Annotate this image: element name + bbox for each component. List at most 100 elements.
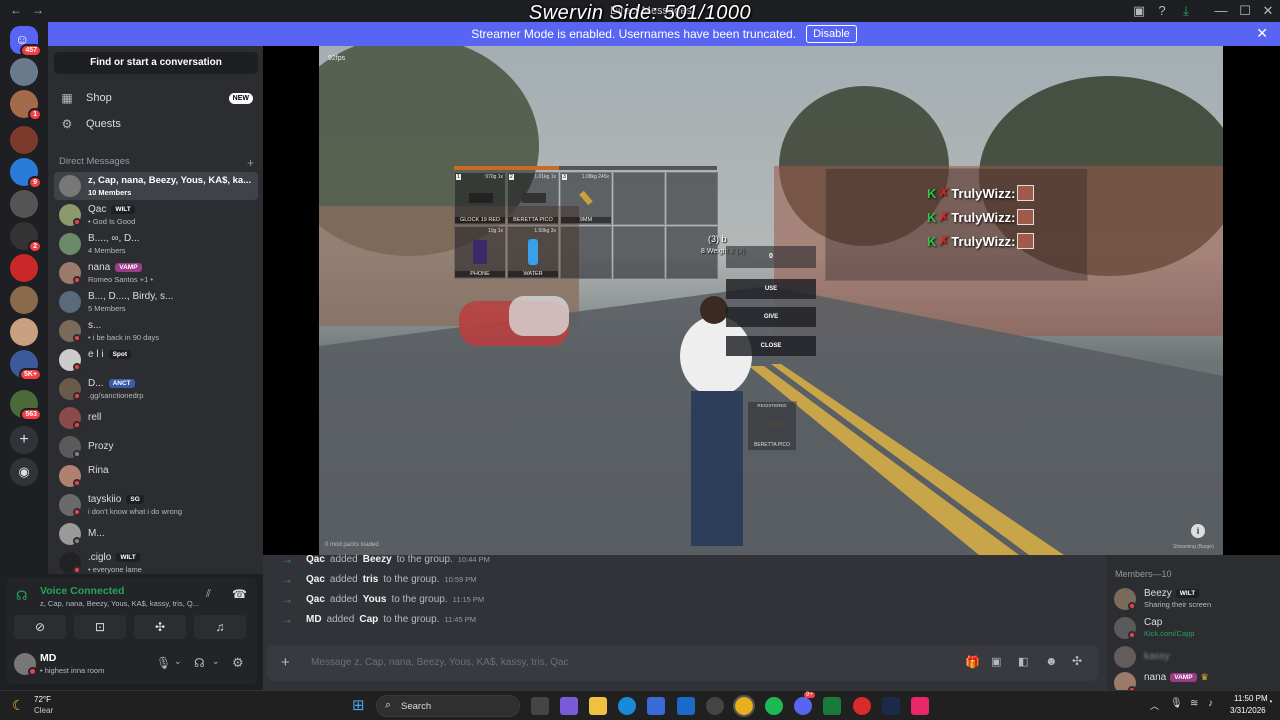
- task-view-icon[interactable]: [531, 697, 549, 715]
- file-explorer-icon[interactable]: [589, 697, 607, 715]
- noise-suppression-icon[interactable]: ⫽: [206, 588, 211, 601]
- apps-icon[interactable]: ✣: [1072, 654, 1082, 668]
- spotify-icon[interactable]: [765, 697, 783, 715]
- server-icon[interactable]: 2: [10, 222, 42, 253]
- clock-date[interactable]: 3/31/2026: [1230, 706, 1266, 715]
- weather-temp[interactable]: 72°F: [34, 695, 51, 704]
- edge-icon[interactable]: [618, 697, 636, 715]
- clock-time[interactable]: 11:50 PM: [1234, 694, 1268, 703]
- settings-gear-icon[interactable]: ⚙: [232, 655, 244, 671]
- message-target[interactable]: tris: [363, 574, 379, 585]
- activities-button[interactable]: ✣: [134, 615, 186, 639]
- screen-share-stream[interactable]: 92fps 1 970g 1x GLOCK 19 RED 2 1.01kg 1x…: [319, 46, 1223, 555]
- amount-input[interactable]: 0: [726, 246, 816, 268]
- give-button[interactable]: GIVE: [726, 307, 816, 327]
- chevron-down-icon[interactable]: ⌄: [212, 656, 220, 667]
- inventory-slot-empty[interactable]: [666, 172, 718, 225]
- use-button[interactable]: USE: [726, 279, 816, 299]
- headset-icon[interactable]: ☊: [194, 656, 205, 670]
- shop-nav[interactable]: ▦ Shop NEW: [58, 86, 253, 110]
- inventory-slot[interactable]: 1 970g 1x GLOCK 19 RED: [454, 172, 506, 225]
- copilot-icon[interactable]: [560, 697, 578, 715]
- server-icon[interactable]: [10, 318, 38, 346]
- xbox-icon[interactable]: [823, 697, 841, 715]
- inbox-icon[interactable]: ▣: [1128, 3, 1150, 19]
- attach-plus-icon[interactable]: +: [281, 654, 290, 671]
- maximize-icon[interactable]: ☐: [1234, 3, 1256, 19]
- server-folder[interactable]: 563: [10, 390, 42, 421]
- dm-item[interactable]: Qac WILT • God Is Good: [54, 201, 258, 229]
- dm-item[interactable]: e l i Spot: [54, 346, 258, 374]
- gif-icon[interactable]: ▣: [991, 655, 1001, 668]
- minimize-icon[interactable]: —: [1210, 3, 1232, 18]
- download-icon[interactable]: ⤓: [1175, 3, 1197, 19]
- dm-item[interactable]: s... • i be back in 90 days: [54, 317, 258, 345]
- tray-chevron-icon[interactable]: ︿: [1150, 699, 1159, 712]
- server-icon[interactable]: [10, 286, 38, 314]
- dm-item[interactable]: Rina: [54, 462, 258, 490]
- server-icon[interactable]: [10, 126, 38, 154]
- help-icon[interactable]: ?: [1151, 3, 1173, 18]
- notification-bell-icon[interactable]: ◔: [1267, 697, 1273, 708]
- windows-start-icon[interactable]: ⊞: [352, 696, 365, 714]
- voice-status[interactable]: Voice Connected: [40, 585, 124, 597]
- user-name[interactable]: MD: [40, 652, 56, 664]
- message-actor[interactable]: Qac: [306, 574, 325, 585]
- close-window-icon[interactable]: ✕: [1257, 3, 1279, 19]
- close-inventory-button[interactable]: CLOSE: [726, 336, 816, 356]
- disconnect-icon[interactable]: ☎: [232, 587, 247, 601]
- dm-item[interactable]: rell: [54, 404, 258, 432]
- inventory-slot[interactable]: 10g 1x PHONE: [454, 226, 506, 279]
- sticker-icon[interactable]: ◧: [1018, 655, 1028, 668]
- add-server-icon[interactable]: +: [10, 426, 38, 454]
- taskbar-search[interactable]: ⌕ Search: [376, 695, 520, 717]
- tiktok-icon[interactable]: [911, 697, 929, 715]
- signal-icon[interactable]: ☊: [16, 588, 28, 604]
- create-dm-icon[interactable]: +: [247, 156, 254, 170]
- home-button[interactable]: ☺ 457: [10, 26, 42, 57]
- message-actor[interactable]: Qac: [306, 554, 325, 565]
- gift-icon[interactable]: 🎁: [965, 655, 980, 669]
- member-item[interactable]: Cap Kick.com/Capp: [1113, 614, 1279, 642]
- discover-icon[interactable]: ◉: [10, 458, 38, 486]
- message-target[interactable]: Yous: [363, 594, 387, 605]
- mic-icon[interactable]: 🎙: [156, 656, 171, 670]
- opera-icon[interactable]: [853, 697, 871, 715]
- weather-moon-icon[interactable]: ☾: [12, 697, 25, 714]
- close-banner-icon[interactable]: ✕: [1256, 25, 1268, 42]
- inventory-slot[interactable]: 3 1.08kg 245x 9MM: [560, 172, 612, 225]
- emoji-icon[interactable]: ☻: [1045, 654, 1058, 668]
- wifi-icon[interactable]: ≋: [1190, 698, 1198, 709]
- steam-icon[interactable]: [882, 697, 900, 715]
- weather-status[interactable]: Clear: [34, 706, 53, 715]
- server-icon[interactable]: [10, 254, 38, 282]
- member-item[interactable]: Beezy WILT Sharing their screen: [1113, 585, 1279, 613]
- dm-item[interactable]: tayskiio SG i don't know what i do wrong: [54, 491, 258, 519]
- disable-streamer-button[interactable]: Disable: [806, 25, 857, 43]
- dm-item[interactable]: M...: [54, 520, 258, 548]
- registered-slot[interactable]: REGISTERED BERETTA PICO: [747, 401, 797, 451]
- message-target[interactable]: Cap: [359, 614, 378, 625]
- inventory-slot-empty[interactable]: [613, 226, 665, 279]
- chrome-icon[interactable]: [733, 695, 755, 717]
- store-icon[interactable]: [647, 697, 665, 715]
- dm-item[interactable]: nana VAMP Romeo Santos +1 •: [54, 259, 258, 287]
- discord-taskbar-icon[interactable]: 9+: [794, 692, 815, 715]
- find-conversation-input[interactable]: Find or start a conversation: [54, 52, 258, 74]
- user-status[interactable]: • highest inna room: [40, 666, 104, 675]
- server-icon[interactable]: 9: [10, 158, 42, 189]
- dm-item[interactable]: Prozy: [54, 433, 258, 461]
- info-icon[interactable]: i: [1191, 524, 1205, 538]
- message-actor[interactable]: MD: [306, 614, 322, 625]
- chevron-down-icon[interactable]: ⌄: [174, 656, 182, 667]
- server-folder[interactable]: 5K+: [10, 350, 42, 381]
- outlook-icon[interactable]: [677, 697, 695, 715]
- server-icon[interactable]: [10, 190, 38, 218]
- message-input[interactable]: Message z, Cap, nana, Beezy, Yous, KA$, …: [311, 657, 569, 668]
- quests-nav[interactable]: ⚙ Quests: [58, 112, 253, 136]
- dm-item[interactable]: B..., D...., Birdy, s... 5 Members: [54, 288, 258, 316]
- message-target[interactable]: Beezy: [363, 554, 392, 565]
- voice-channel[interactable]: z, Cap, nana, Beezy, Yous, KA$, kassy, t…: [40, 599, 199, 608]
- inventory-slot-empty[interactable]: [613, 172, 665, 225]
- tray-mic-icon[interactable]: 🎙: [1170, 698, 1183, 709]
